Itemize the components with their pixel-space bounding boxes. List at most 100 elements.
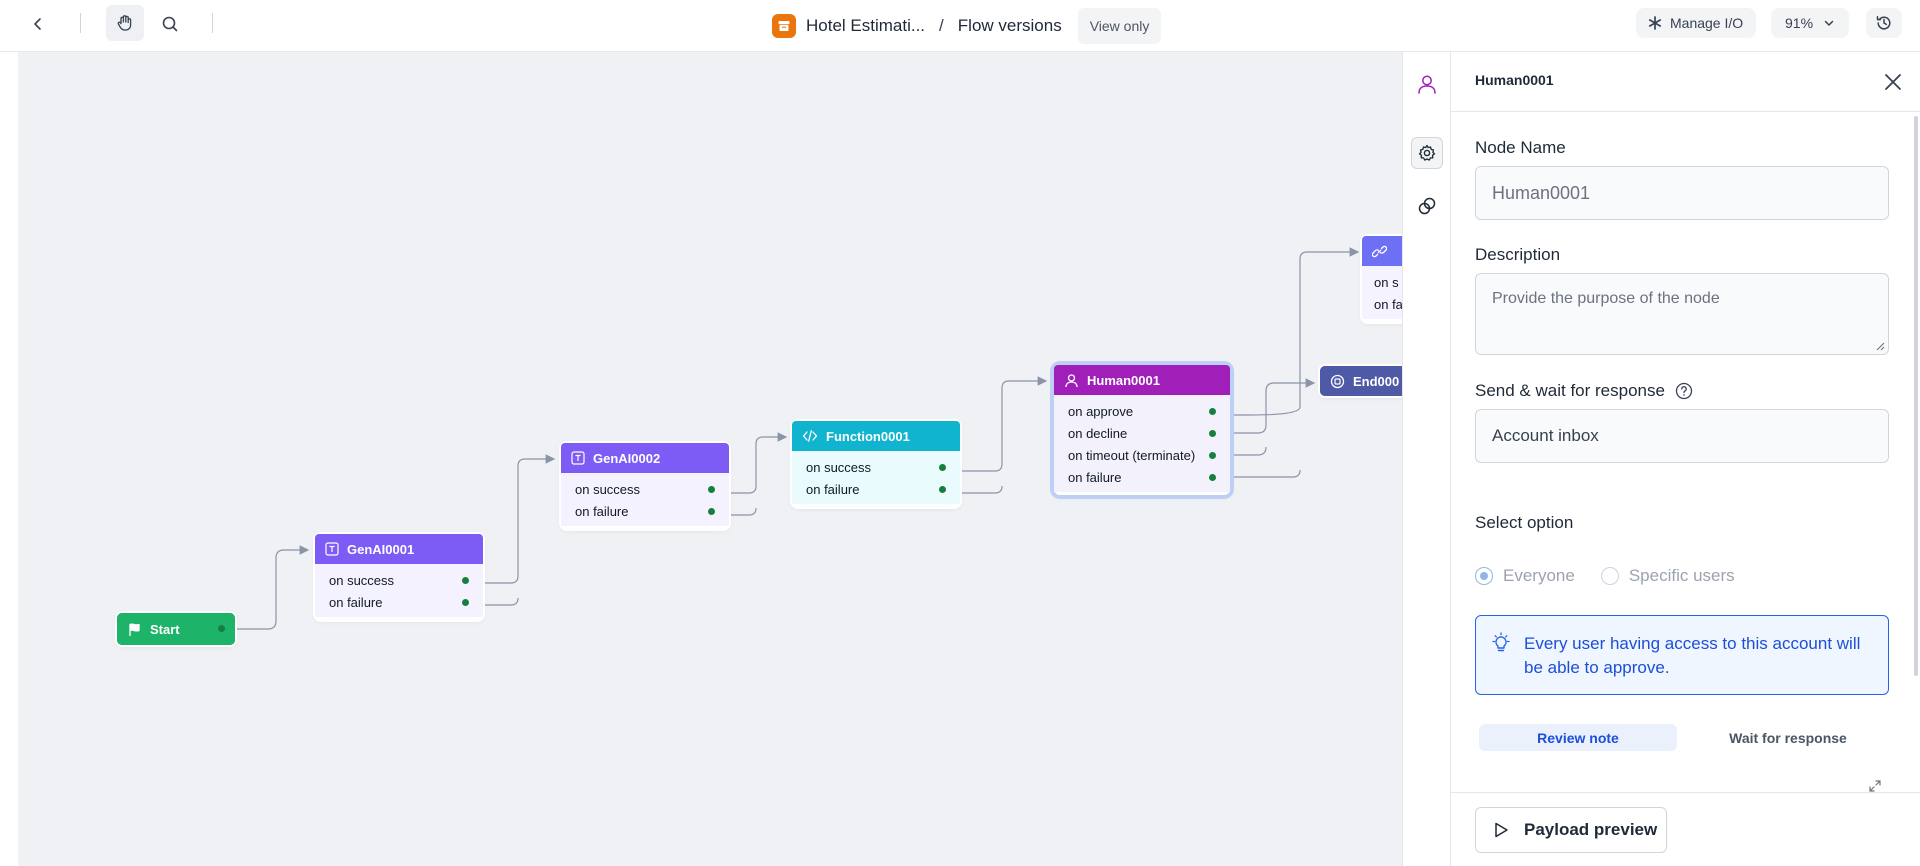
link-icon — [1372, 245, 1387, 257]
genai0002-title: GenAI0002 — [593, 450, 661, 466]
port-dot[interactable] — [939, 464, 946, 471]
payload-preview-label: Payload preview — [1524, 820, 1658, 839]
node-name-input[interactable]: Human0001 — [1475, 166, 1889, 220]
radio-specific-users[interactable]: Specific users — [1600, 566, 1735, 586]
send-wait-input[interactable]: Account inbox — [1475, 409, 1889, 463]
tab-review-note[interactable]: Review note — [1479, 724, 1677, 751]
app-name-link[interactable]: Hotel Estimati... — [806, 16, 925, 36]
port-on-timeout: on timeout (terminate) — [1054, 444, 1230, 466]
port-dot[interactable] — [462, 577, 469, 584]
port-dot[interactable] — [1209, 474, 1216, 481]
port-dot[interactable] — [1209, 430, 1216, 437]
port-on-failure: on failure — [792, 478, 960, 500]
radio-everyone[interactable]: Everyone — [1475, 566, 1575, 586]
pan-tool-button[interactable] — [106, 5, 144, 41]
genai0001-ports: on success on failure — [315, 564, 483, 617]
edge-genai2-failure — [730, 507, 757, 516]
radio-everyone-label: Everyone — [1503, 566, 1575, 585]
genai0001-node[interactable]: GenAI0001 on success on failure — [315, 534, 483, 620]
code-icon — [802, 430, 818, 442]
panel-footer: Payload preview — [1451, 792, 1920, 866]
description-textarea[interactable]: Provide the purpose of the node — [1475, 273, 1889, 355]
send-wait-label: Send & wait for response — [1475, 381, 1665, 400]
app-icon — [772, 14, 796, 38]
history-button[interactable] — [1866, 8, 1902, 38]
start-output-port[interactable] — [218, 625, 225, 632]
node-name-value: Human0001 — [1492, 182, 1591, 203]
lightbulb-icon — [1492, 632, 1510, 652]
user-icon — [1065, 373, 1078, 387]
port-on-decline: on decline — [1054, 422, 1230, 444]
panel-tab-rail — [1402, 52, 1450, 866]
edge-function-failure — [962, 485, 1003, 494]
archive-icon — [778, 21, 790, 31]
start-node[interactable]: Start — [117, 613, 235, 645]
port-on-failure: on failure — [1054, 466, 1230, 488]
edge-function-success — [962, 376, 1048, 472]
resize-handle-icon[interactable] — [1875, 341, 1885, 351]
port-dot[interactable] — [708, 486, 715, 493]
panel-scrollbar[interactable] — [1914, 116, 1918, 676]
port-dot[interactable] — [1209, 452, 1216, 459]
user-icon — [1418, 75, 1436, 94]
close-panel-button[interactable] — [1879, 68, 1907, 96]
port-dot[interactable] — [1209, 408, 1216, 415]
hand-icon — [117, 15, 132, 31]
human0001-title: Human0001 — [1087, 372, 1160, 388]
view-only-badge: View only — [1077, 8, 1162, 44]
text-box-icon — [571, 451, 585, 465]
edge-start-genai1 — [236, 545, 310, 630]
radio-specific-users-circle[interactable] — [1600, 567, 1619, 585]
info-text: Every user having access to this account… — [1524, 634, 1861, 677]
radio-group: Everyone Specific users — [1475, 566, 1735, 586]
toolbar-divider — [212, 13, 213, 33]
breadcrumb-separator: / — [939, 16, 944, 35]
end-node[interactable]: End000 — [1320, 366, 1402, 396]
port-on-success: on s — [1374, 274, 1399, 290]
user-tab-button[interactable] — [1411, 68, 1443, 100]
port-dot[interactable] — [462, 599, 469, 606]
human0001-node[interactable]: Human0001 on approve on decline on timeo… — [1054, 365, 1230, 495]
port-on-approve: on approve — [1054, 400, 1230, 422]
port-on-success: on success — [561, 478, 729, 500]
chevron-down-icon — [1824, 20, 1834, 26]
zoom-select[interactable]: 91% — [1771, 8, 1849, 38]
function0001-title: Function0001 — [826, 428, 910, 444]
select-option-label: Select option — [1475, 513, 1574, 532]
port-dot[interactable] — [708, 508, 715, 515]
settings-tab-button[interactable] — [1411, 137, 1443, 169]
play-icon — [1495, 822, 1508, 838]
manage-io-button[interactable]: Manage I/O — [1636, 8, 1756, 38]
genai0002-node[interactable]: GenAI0002 on success on failure — [561, 443, 729, 529]
payload-preview-button[interactable]: Payload preview — [1475, 807, 1667, 853]
human0001-ports: on approve on decline on timeout (termin… — [1054, 395, 1230, 492]
back-button[interactable] — [24, 10, 52, 38]
port-on-success: on success — [792, 456, 960, 478]
flow-canvas[interactable]: Start GenAI0001 on success on failure Ge… — [18, 52, 1402, 866]
link-rings-icon — [1418, 197, 1436, 215]
help-icon[interactable] — [1675, 382, 1693, 400]
page-title: Flow versions — [957, 16, 1062, 35]
description-placeholder: Provide the purpose of the node — [1492, 290, 1720, 307]
node-name-label: Node Name — [1475, 138, 1566, 157]
stop-icon — [1330, 374, 1345, 388]
genai0001-header: GenAI0001 — [315, 534, 483, 564]
port-on-failure: on fa — [1374, 296, 1402, 312]
zoom-value: 91% — [1785, 15, 1814, 31]
connections-tab-button[interactable] — [1411, 190, 1443, 222]
port-dot[interactable] — [939, 486, 946, 493]
description-label: Description — [1475, 245, 1561, 264]
search-button[interactable] — [156, 10, 184, 38]
close-icon — [1885, 74, 1901, 90]
info-callout: Every user having access to this account… — [1475, 615, 1889, 695]
edge-genai1-success — [485, 454, 556, 584]
tab-wait-for-response[interactable]: Wait for response — [1689, 724, 1887, 751]
text-box-icon — [325, 542, 339, 556]
radio-everyone-circle[interactable] — [1475, 567, 1493, 585]
function0001-node[interactable]: Function0001 on success on failure — [792, 421, 960, 507]
link-node-header — [1362, 236, 1402, 266]
port-on-failure: on failure — [315, 591, 483, 613]
link-node[interactable]: on s on fa — [1362, 236, 1402, 322]
search-icon — [162, 16, 178, 32]
end-node-title: End000 — [1353, 373, 1400, 389]
